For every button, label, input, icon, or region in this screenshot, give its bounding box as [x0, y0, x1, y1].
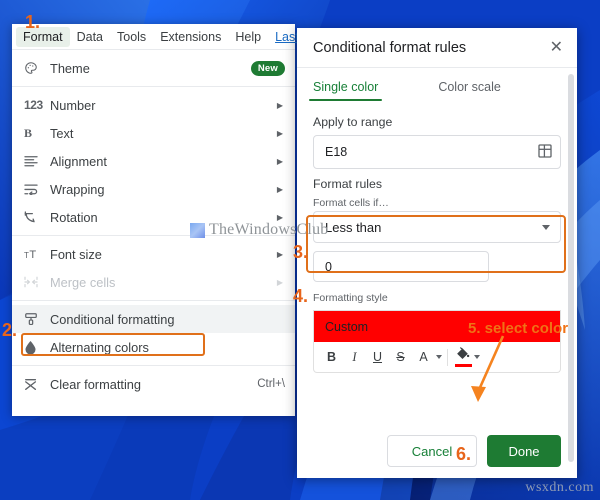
menubar-item-data[interactable]: Data: [70, 27, 110, 47]
chevron-right-icon: ▶: [276, 184, 283, 194]
strikethrough-button[interactable]: S: [389, 346, 412, 369]
range-value: E18: [325, 145, 348, 159]
number-123-icon: 123: [24, 98, 43, 112]
menu-item-label: Alternating colors: [50, 339, 149, 355]
panel-footer: Cancel Done: [297, 424, 577, 478]
menu-divider-1: [12, 86, 295, 87]
annotation-step-6: 6.: [456, 444, 472, 464]
panel-tabs: Single color Color scale: [297, 73, 577, 101]
menubar-item-extensions[interactable]: Extensions: [153, 27, 228, 47]
sheets-menubar: Format Data Tools Extensions Help Last: [12, 24, 299, 50]
menu-item-clear-formatting[interactable]: Clear formatting Ctrl+\: [12, 370, 295, 398]
menu-item-label: Text: [50, 125, 74, 141]
style-preview-text: Custom: [325, 319, 369, 334]
text-color-button[interactable]: A: [412, 346, 435, 369]
menubar-item-tools[interactable]: Tools: [110, 27, 153, 47]
panel-header: Conditional format rules ✕: [297, 28, 577, 68]
wrapping-icon: [24, 183, 46, 195]
paint-roller-icon: [24, 312, 46, 326]
menu-item-shortcut: Ctrl+\: [257, 378, 285, 390]
chevron-right-icon: ▶: [276, 128, 283, 138]
format-menu-window: Format Data Tools Extensions Help Last T…: [12, 24, 299, 416]
svg-text:T: T: [24, 251, 29, 260]
chevron-right-icon: ▶: [276, 277, 283, 287]
watermark-logo-icon: [190, 222, 205, 238]
menu-item-font-size[interactable]: T T Font size ▶: [12, 240, 295, 268]
annotation-step-3: 3.: [293, 242, 309, 262]
italic-button[interactable]: I: [343, 346, 366, 369]
alignment-icon: [24, 155, 46, 167]
condition-select[interactable]: Less than: [313, 211, 561, 243]
menu-item-number[interactable]: 123 Number ▶: [12, 91, 295, 119]
menu-item-conditional-formatting[interactable]: Conditional formatting: [12, 305, 295, 333]
panel-title: Conditional format rules: [313, 39, 467, 56]
done-button[interactable]: Done: [487, 435, 561, 467]
watermark-text: TheWindowsClub: [209, 221, 329, 238]
clear-formatting-icon: [24, 378, 46, 391]
chevron-right-icon: ▶: [276, 100, 283, 110]
merge-cells-icon: [24, 276, 46, 288]
formatting-style-label: Formatting style: [313, 292, 388, 304]
menu-item-label: Font size: [50, 246, 102, 262]
svg-text:T: T: [29, 249, 36, 260]
chevron-right-icon: ▶: [276, 249, 283, 259]
menu-item-alignment[interactable]: Alignment ▶: [12, 147, 295, 175]
tab-single-color[interactable]: Single color: [303, 73, 388, 101]
threshold-value: 0: [325, 259, 332, 274]
menu-item-label: Clear formatting: [50, 376, 142, 392]
menu-item-label: Number: [50, 97, 96, 113]
menu-item-theme[interactable]: Theme New: [12, 54, 295, 82]
droplet-icon: [24, 340, 46, 354]
apply-to-range-label: Apply to range: [313, 115, 393, 129]
chevron-right-icon: ▶: [276, 156, 283, 166]
menu-item-label: Alignment: [50, 153, 107, 169]
format-rules-label: Format rules: [313, 177, 383, 191]
menu-divider-3: [12, 300, 295, 301]
condition-select-wrap: Less than: [313, 211, 561, 243]
menu-item-merge-cells[interactable]: Merge cells ▶: [12, 268, 295, 296]
new-badge: New: [250, 60, 285, 76]
format-cells-if-label: Format cells if…: [313, 197, 389, 209]
menu-item-wrapping[interactable]: Wrapping ▶: [12, 175, 295, 203]
menu-item-label: Wrapping: [50, 181, 105, 197]
rotation-icon: [24, 210, 46, 224]
menu-item-text[interactable]: B Text ▶: [12, 119, 295, 147]
watermark-bottom: wsxdn.com: [525, 480, 594, 495]
menu-divider-4: [12, 365, 295, 366]
tab-spacer: [388, 73, 428, 101]
menu-item-alternating-colors[interactable]: Alternating colors: [12, 333, 295, 361]
palette-icon: [24, 61, 46, 75]
annotation-step-2: 2.: [2, 320, 18, 340]
menubar-item-help[interactable]: Help: [228, 27, 268, 47]
condition-value: Less than: [325, 219, 382, 235]
bold-button[interactable]: B: [320, 346, 343, 369]
close-icon[interactable]: ✕: [550, 39, 563, 56]
conditional-format-rules-panel: Conditional format rules ✕ Single color …: [297, 28, 577, 478]
annotation-step-4: 4.: [293, 286, 309, 306]
range-input[interactable]: E18: [313, 135, 561, 169]
threshold-input[interactable]: 0: [313, 251, 489, 282]
menu-item-label: Conditional formatting: [50, 311, 175, 327]
menu-item-label: Theme: [50, 60, 90, 76]
tab-color-scale[interactable]: Color scale: [428, 73, 511, 101]
annotation-arrow-select-color: [471, 335, 505, 402]
panel-scrollbar[interactable]: [568, 74, 574, 462]
bold-b-icon: B: [24, 125, 33, 140]
grid-select-icon[interactable]: [538, 143, 552, 161]
chevron-down-icon: [542, 224, 550, 230]
screenshot-root: Format Data Tools Extensions Help Last T…: [0, 0, 600, 500]
watermark-thewindowsclub: TheWindowsClub: [190, 221, 328, 239]
menu-item-label: Merge cells: [50, 274, 116, 290]
font-size-icon: T T: [24, 248, 46, 260]
underline-button[interactable]: U: [366, 346, 389, 369]
annotation-step-1: 1.: [25, 12, 41, 32]
